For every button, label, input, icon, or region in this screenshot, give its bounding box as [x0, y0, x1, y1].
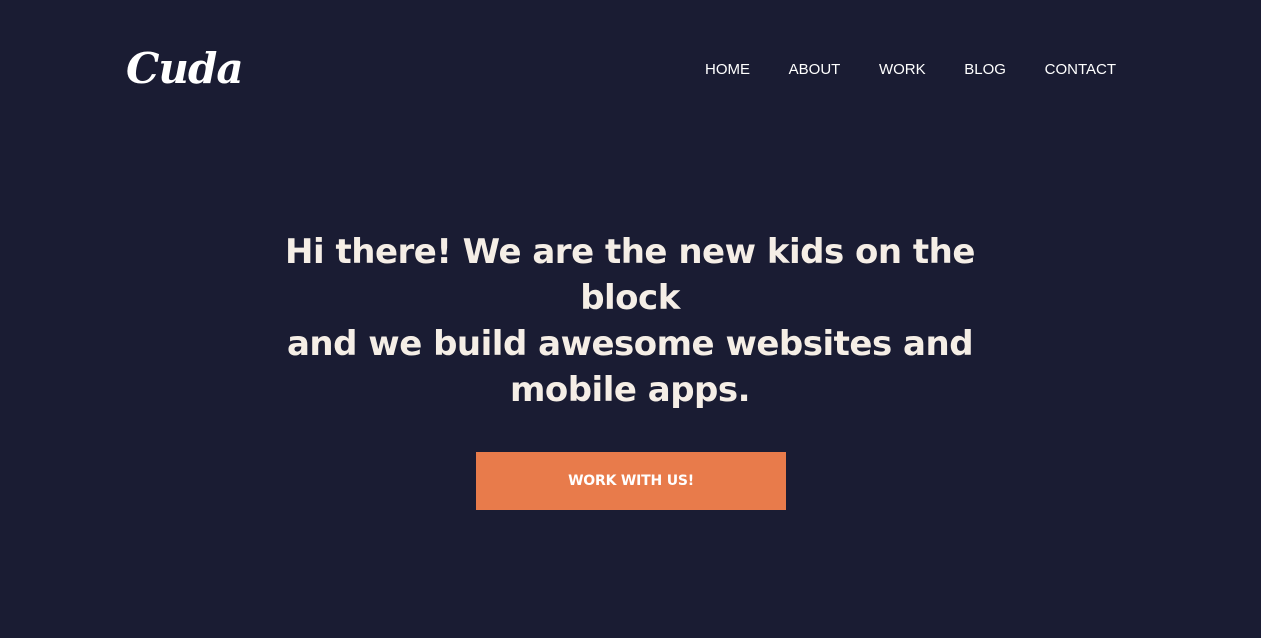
- work-with-us-button[interactable]: WORK WITH US!: [476, 452, 786, 510]
- site-logo[interactable]: Cuda: [126, 44, 244, 94]
- work-with-us-label: WORK WITH US!: [568, 473, 694, 489]
- nav-item-work[interactable]: WORK: [879, 58, 926, 82]
- nav-item-blog[interactable]: BLOG: [964, 58, 1006, 82]
- hero-headline-line-1: Hi there! We are the new kids on the blo…: [285, 232, 975, 318]
- hero-headline: Hi there! We are the new kids on the blo…: [230, 229, 1030, 413]
- page: Cuda HOME ABOUT WORK BLOG CONTACT Hi the…: [0, 0, 1261, 638]
- main-nav: HOME ABOUT WORK BLOG CONTACT: [683, 58, 1138, 82]
- hero-section: Hi there! We are the new kids on the blo…: [230, 229, 1030, 413]
- nav-item-home[interactable]: HOME: [705, 58, 750, 82]
- hero-headline-line-2: and we build awesome websites and: [286, 324, 974, 364]
- nav-item-contact[interactable]: CONTACT: [1045, 58, 1116, 82]
- hero-headline-line-3: mobile apps.: [509, 370, 751, 410]
- nav-item-about[interactable]: ABOUT: [789, 58, 841, 82]
